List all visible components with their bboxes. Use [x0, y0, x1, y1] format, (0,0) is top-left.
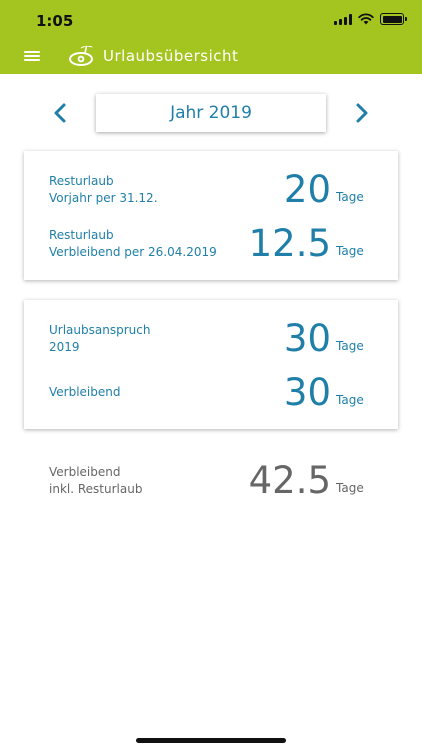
total-remaining-unit: Tage [336, 481, 364, 495]
entitlement-card: Urlaubsanspruch 2019 30 Tage Verbleibend… [24, 300, 398, 429]
cellular-signal-icon [334, 13, 352, 25]
total-remaining-label: Verbleibend inkl. Resturlaub [49, 465, 143, 496]
year-selector: Jahr 2019 [0, 94, 422, 132]
entitlement-remaining-label: Verbleibend [49, 385, 121, 399]
entitlement-label: Urlaubsanspruch 2019 [49, 323, 151, 354]
app-bar: Urlaubsübersicht [0, 40, 422, 74]
home-indicator[interactable] [136, 738, 286, 743]
chevron-right-icon[interactable] [350, 102, 372, 124]
entitlement-remaining-value: 30 [283, 371, 331, 414]
current-rest-value: 12.5 [248, 222, 331, 265]
hamburger-menu-icon[interactable] [24, 49, 40, 63]
prior-year-rest-row: Resturlaub Vorjahr per 31.12. 20 Tage [24, 168, 398, 221]
chevron-left-icon[interactable] [50, 102, 72, 124]
entitlement-remaining-row: Verbleibend 30 Tage [24, 371, 398, 424]
remaining-leave-card: Resturlaub Vorjahr per 31.12. 20 Tage Re… [24, 151, 398, 280]
current-rest-label: Resturlaub Verbleibend per 26.04.2019 [49, 228, 217, 259]
entitlement-remaining-unit: Tage [336, 393, 364, 407]
entitlement-row: Urlaubsanspruch 2019 30 Tage [24, 317, 398, 370]
current-rest-unit: Tage [336, 244, 364, 258]
status-time: 1:05 [36, 12, 74, 30]
total-remaining-value: 42.5 [248, 459, 331, 502]
current-rest-row: Resturlaub Verbleibend per 26.04.2019 12… [24, 222, 398, 275]
prior-year-rest-unit: Tage [336, 190, 364, 204]
year-display[interactable]: Jahr 2019 [96, 94, 326, 132]
entitlement-value: 30 [283, 317, 331, 360]
status-icons [334, 13, 407, 25]
year-label: Jahr 2019 [170, 103, 252, 123]
wifi-icon [358, 13, 374, 25]
status-bar: 1:05 [0, 0, 422, 40]
prior-year-rest-label: Resturlaub Vorjahr per 31.12. [49, 174, 158, 205]
app-title: Urlaubsübersicht [103, 47, 239, 65]
entitlement-unit: Tage [336, 339, 364, 353]
vacation-eye-logo-icon [69, 45, 93, 66]
total-remaining-row: Verbleibend inkl. Resturlaub 42.5 Tage [24, 459, 398, 512]
prior-year-rest-value: 20 [283, 168, 331, 211]
battery-icon [380, 13, 407, 25]
